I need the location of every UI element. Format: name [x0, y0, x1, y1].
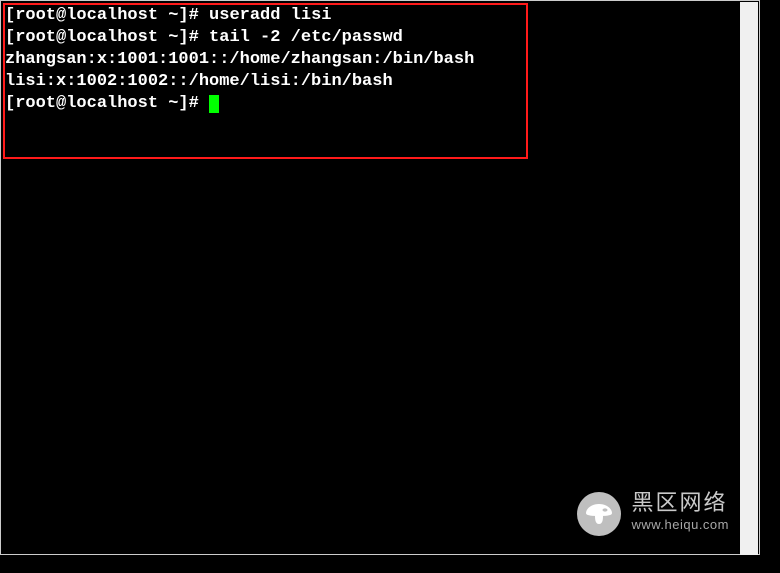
watermark: 黑区网络 www.heiqu.com: [577, 492, 729, 536]
terminal-line: [root@localhost ~]# useradd lisi: [5, 5, 755, 27]
watermark-text: 黑区网络 www.heiqu.com: [631, 492, 729, 536]
scrollbar[interactable]: [740, 2, 758, 555]
cursor-icon: [209, 95, 219, 113]
prompt: [root@localhost ~]#: [5, 28, 209, 47]
terminal-line: lisi:x:1002:1002::/home/lisi:/bin/bash: [5, 71, 755, 93]
terminal-line: [root@localhost ~]# tail -2 /etc/passwd: [5, 27, 755, 49]
command: tail -2 /etc/passwd: [209, 28, 403, 47]
terminal-line: zhangsan:x:1001:1001::/home/zhangsan:/bi…: [5, 49, 755, 71]
watermark-title: 黑区网络: [631, 492, 729, 514]
output: lisi:x:1002:1002::/home/lisi:/bin/bash: [5, 72, 393, 91]
terminal-window[interactable]: [root@localhost ~]# useradd lisi [root@l…: [0, 0, 760, 555]
terminal-line: [root@localhost ~]#: [5, 93, 755, 115]
watermark-url: www.heiqu.com: [631, 514, 729, 536]
scroll-track[interactable]: [740, 2, 758, 555]
prompt: [root@localhost ~]#: [5, 6, 209, 25]
prompt: [root@localhost ~]#: [5, 94, 209, 113]
command: useradd lisi: [209, 6, 331, 25]
output: zhangsan:x:1001:1001::/home/zhangsan:/bi…: [5, 50, 474, 69]
mushroom-icon: [577, 492, 621, 536]
terminal-body[interactable]: [root@localhost ~]# useradd lisi [root@l…: [5, 5, 755, 115]
